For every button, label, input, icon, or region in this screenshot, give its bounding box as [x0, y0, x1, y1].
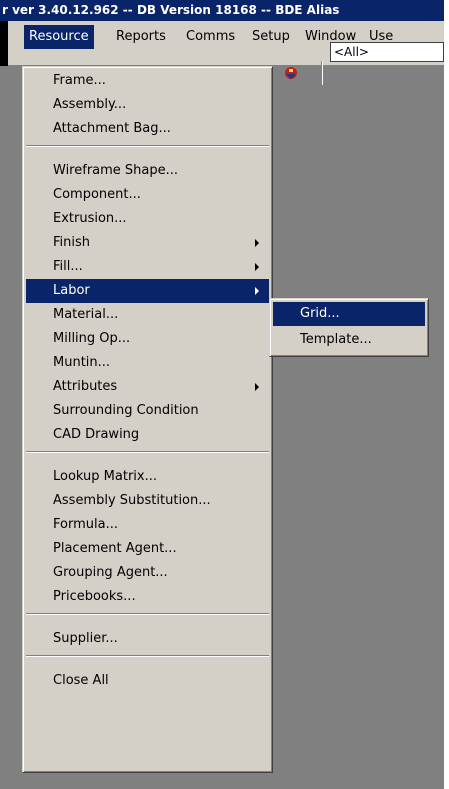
menu-separator: [26, 613, 269, 615]
submenu-arrow-icon: [255, 239, 259, 247]
menu-item-attachment-bag[interactable]: Attachment Bag...: [26, 117, 269, 141]
menu-item-lookup-matrix[interactable]: Lookup Matrix...: [26, 465, 269, 489]
application-window: r ver 3.40.12.962 -- DB Version 18168 --…: [0, 0, 444, 789]
submenu-arrow-icon: [255, 263, 259, 271]
menubar-left-strip: [0, 21, 8, 66]
menu-separator: [26, 451, 269, 453]
menu-item-assembly-substitution[interactable]: Assembly Substitution...: [26, 489, 269, 513]
menu-item-grouping-agent[interactable]: Grouping Agent...: [26, 561, 269, 585]
menu-item-placement-agent[interactable]: Placement Agent...: [26, 537, 269, 561]
menu-item-muntin[interactable]: Muntin...: [26, 351, 269, 375]
menu-item-supplier[interactable]: Supplier...: [26, 627, 269, 651]
filter-combo[interactable]: <All>: [330, 42, 444, 62]
menu-item-assembly[interactable]: Assembly...: [26, 93, 269, 117]
menu-resource[interactable]: Resource: [24, 25, 94, 49]
menu-item-pricebooks[interactable]: Pricebooks...: [26, 585, 269, 609]
menu-item-labor-label: Labor: [53, 283, 90, 298]
app-logo-button[interactable]: [280, 63, 302, 83]
menu-item-surrounding-condition[interactable]: Surrounding Condition: [26, 399, 269, 423]
submenu-arrow-icon: [255, 383, 259, 391]
right-margin: [444, 0, 449, 789]
logo-icon: [285, 67, 297, 79]
menu-reports[interactable]: Reports: [111, 25, 171, 49]
title-bar: r ver 3.40.12.962 -- DB Version 18168 --…: [0, 0, 444, 21]
menu-item-milling-op[interactable]: Milling Op...: [26, 327, 269, 351]
menu-item-labor[interactable]: Labor: [26, 279, 269, 303]
menu-item-fill-label: Fill...: [53, 259, 83, 274]
submenu-item-grid[interactable]: Grid...: [273, 302, 425, 326]
menu-separator: [26, 145, 269, 147]
menu-item-cad-drawing[interactable]: CAD Drawing: [26, 423, 269, 447]
menu-item-formula[interactable]: Formula...: [26, 513, 269, 537]
submenu-item-template[interactable]: Template...: [273, 328, 425, 352]
labor-submenu: Grid... Template...: [269, 298, 429, 357]
menu-item-close-all[interactable]: Close All: [26, 669, 269, 693]
menu-item-attributes-label: Attributes: [53, 379, 118, 394]
menu-item-attributes[interactable]: Attributes: [26, 375, 269, 399]
menu-separator: [26, 655, 269, 657]
submenu-arrow-icon: [255, 287, 259, 295]
menu-item-material[interactable]: Material...: [26, 303, 269, 327]
menu-setup[interactable]: Setup: [247, 25, 295, 49]
resource-dropdown-menu: Frame... Assembly... Attachment Bag... W…: [22, 66, 273, 773]
toolbar-separator: [321, 61, 323, 85]
menu-item-frame[interactable]: Frame...: [26, 69, 269, 93]
menu-item-component[interactable]: Component...: [26, 183, 269, 207]
menu-item-extrusion[interactable]: Extrusion...: [26, 207, 269, 231]
menu-comms[interactable]: Comms: [181, 25, 240, 49]
menu-item-fill[interactable]: Fill...: [26, 255, 269, 279]
menu-item-finish[interactable]: Finish: [26, 231, 269, 255]
menu-item-wireframe-shape[interactable]: Wireframe Shape...: [26, 159, 269, 183]
menu-item-finish-label: Finish: [53, 235, 91, 250]
